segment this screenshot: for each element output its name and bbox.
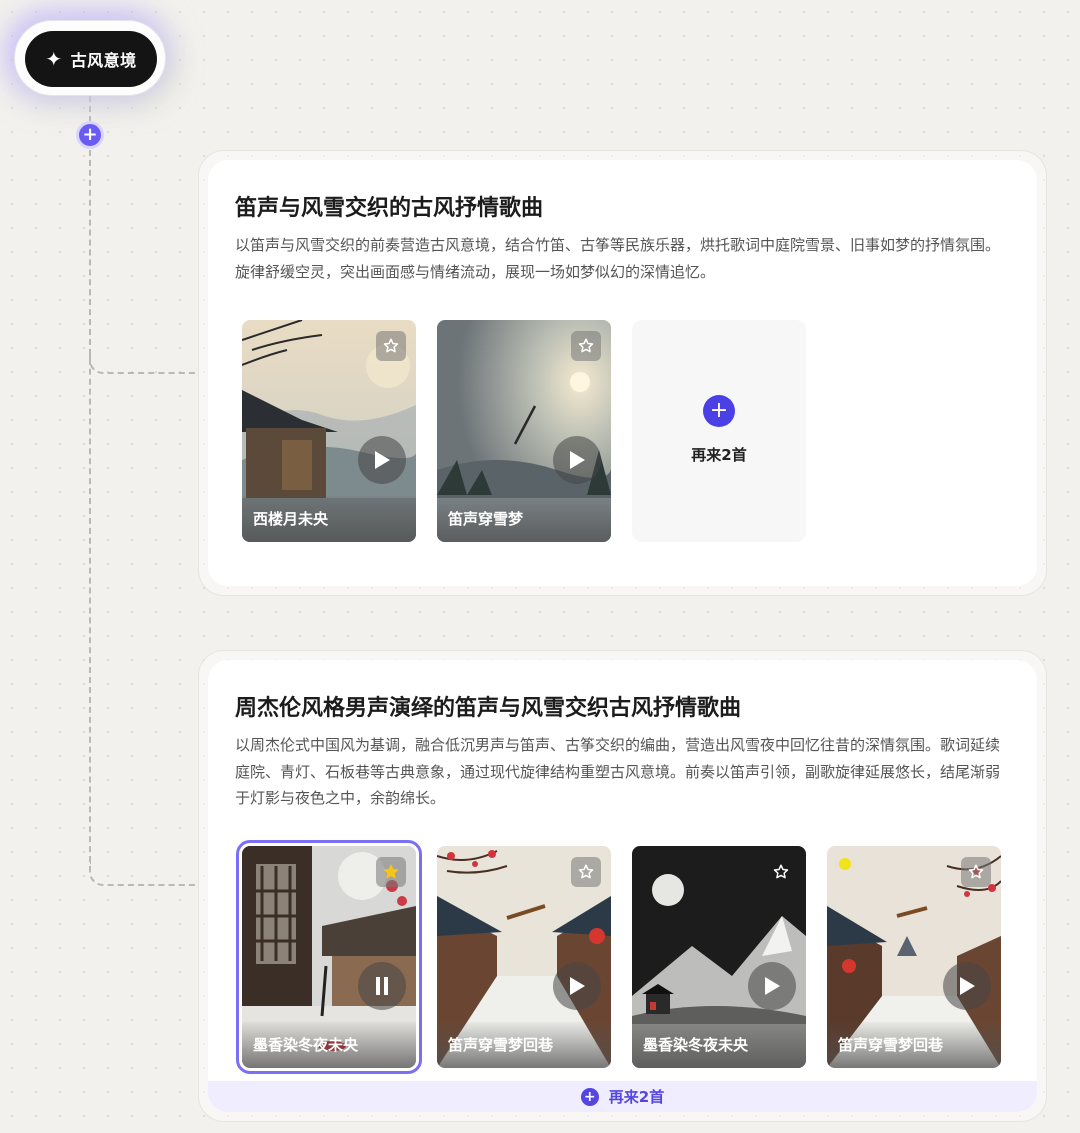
section-description: 以周杰伦式中国风为基调，融合低沉男声与笛声、古筝交织的编曲，营造出风雪夜中回忆往… <box>235 736 1001 807</box>
star-icon <box>578 338 594 353</box>
pause-icon <box>376 977 388 995</box>
play-button[interactable] <box>553 962 601 1010</box>
song-card-active[interactable]: 墨香染冬夜未央 <box>236 840 422 1074</box>
song-card[interactable]: 西楼月未央 <box>242 320 416 542</box>
play-button[interactable] <box>943 962 991 1010</box>
star-icon <box>968 864 984 879</box>
result-card-2: 周杰伦风格男声演绎的笛声与风雪交织古风抒情歌曲 以周杰伦式中国风为基调，融合低沉… <box>208 660 1037 1112</box>
play-icon <box>765 977 780 995</box>
connector-branch <box>89 862 197 886</box>
song-title: 墨香染冬夜未央 <box>253 1036 359 1054</box>
add-branch-button[interactable]: + <box>76 121 104 149</box>
song-title: 西楼月未央 <box>253 510 329 528</box>
play-icon <box>375 451 390 469</box>
connector-branch <box>89 350 197 374</box>
favorite-button[interactable] <box>571 331 601 361</box>
favorite-button[interactable] <box>961 857 991 887</box>
song-card[interactable]: 笛声穿雪梦 <box>437 320 611 542</box>
favorite-button[interactable] <box>571 857 601 887</box>
generate-more-label: 再来2首 <box>608 1088 665 1106</box>
play-icon <box>570 977 585 995</box>
plus-icon: + <box>703 395 735 427</box>
plus-icon: + <box>580 1087 599 1106</box>
star-icon <box>773 864 789 879</box>
favorite-button[interactable] <box>376 331 406 361</box>
plus-icon: + <box>82 124 98 145</box>
generate-more-label: 再来2首 <box>691 446 747 464</box>
generate-more-card[interactable]: + 再来2首 <box>632 320 806 542</box>
connector-line <box>89 96 91 122</box>
connector-line <box>89 150 91 872</box>
song-title: 墨香染冬夜未央 <box>643 1036 749 1054</box>
song-card[interactable]: 笛声穿雪梦回巷 <box>437 846 611 1068</box>
play-button[interactable] <box>358 436 406 484</box>
root-chip[interactable]: ✦ 古风意境 <box>25 31 157 87</box>
section-description: 以笛声与风雪交织的前奏营造古风意境，结合竹笛、古筝等民族乐器，烘托歌词中庭院雪景… <box>235 236 1001 281</box>
favorite-button[interactable] <box>376 857 406 887</box>
play-button[interactable] <box>748 962 796 1010</box>
root-node[interactable]: ✦ 古风意境 <box>14 20 166 96</box>
play-icon <box>960 977 975 995</box>
song-title: 笛声穿雪梦回巷 <box>448 1036 554 1054</box>
star-icon <box>578 864 594 879</box>
star-icon-filled <box>383 864 399 879</box>
generate-more-button[interactable]: + 再来2首 <box>208 1081 1037 1112</box>
song-card[interactable]: 笛声穿雪梦回巷 <box>827 846 1001 1068</box>
pause-button[interactable] <box>358 962 406 1010</box>
result-panel-2: 周杰伦风格男声演绎的笛声与风雪交织古风抒情歌曲 以周杰伦式中国风为基调，融合低沉… <box>198 650 1047 1122</box>
play-icon <box>570 451 585 469</box>
root-label: 古风意境 <box>70 51 137 70</box>
result-card-1: 笛声与风雪交织的古风抒情歌曲 以笛声与风雪交织的前奏营造古风意境，结合竹笛、古筝… <box>208 160 1037 586</box>
section-title: 笛声与风雪交织的古风抒情歌曲 <box>235 196 544 221</box>
result-panel-1: 笛声与风雪交织的古风抒情歌曲 以笛声与风雪交织的前奏营造古风意境，结合竹笛、古筝… <box>198 150 1047 596</box>
song-title: 笛声穿雪梦回巷 <box>838 1036 944 1054</box>
section-title: 周杰伦风格男声演绎的笛声与风雪交织古风抒情歌曲 <box>235 696 742 721</box>
play-button[interactable] <box>553 436 601 484</box>
sparkle-icon: ✦ <box>45 47 63 71</box>
favorite-button[interactable] <box>766 857 796 887</box>
star-icon <box>383 338 399 353</box>
song-card[interactable]: 墨香染冬夜未央 <box>632 846 806 1068</box>
song-title: 笛声穿雪梦 <box>448 510 524 528</box>
